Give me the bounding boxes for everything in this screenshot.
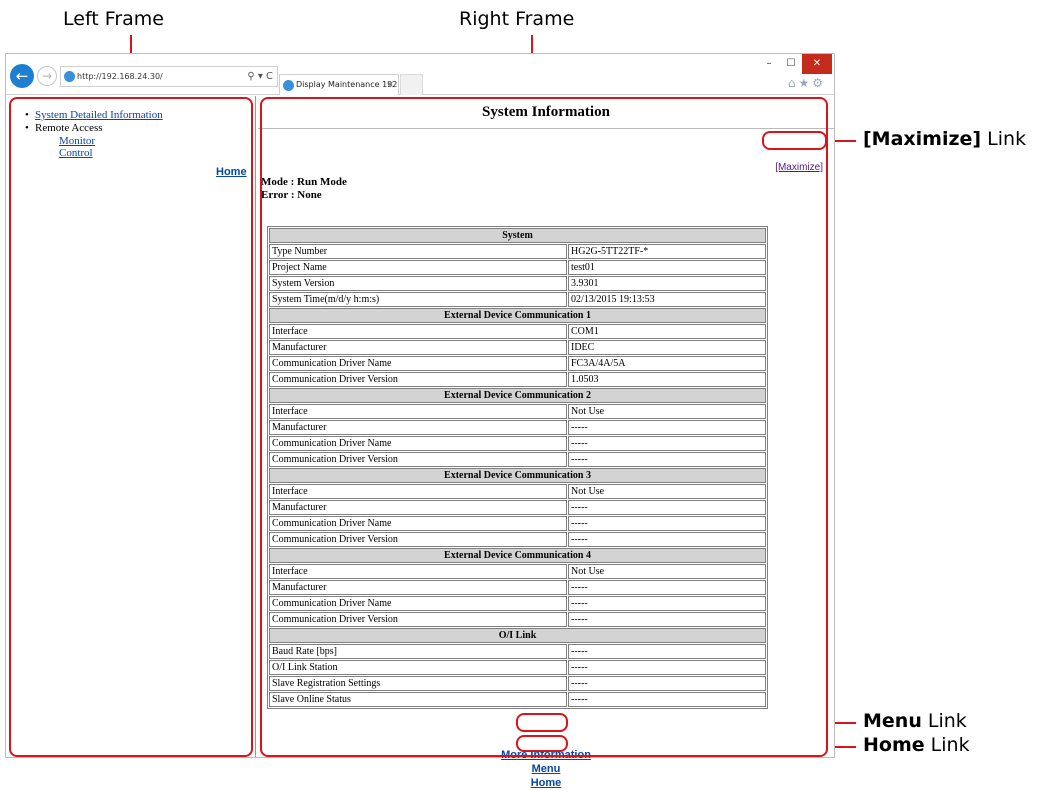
left-frame-annotation: Left Frame <box>63 8 164 30</box>
right-frame-highlight <box>260 97 828 757</box>
browser-titlebar: ← → http://192.168.24.30/ ⚲ ▾ C Display … <box>6 54 834 95</box>
menu-annotation-bold: Menu <box>863 710 922 732</box>
menu-link[interactable]: Menu <box>532 762 561 776</box>
address-bar[interactable]: http://192.168.24.30/ ⚲ ▾ C <box>60 66 278 87</box>
back-button[interactable]: ← <box>10 64 34 88</box>
maximize-annotation-rest: Link <box>981 128 1027 150</box>
close-window-button[interactable]: ✕ <box>802 54 832 74</box>
home-annotation-bold: Home <box>863 734 925 756</box>
minimize-button[interactable]: – <box>758 54 780 74</box>
address-search-refresh-icons[interactable]: ⚲ ▾ C <box>247 67 273 86</box>
maximize-link-highlight <box>762 131 827 150</box>
back-arrow-icon: ← <box>15 67 29 85</box>
ie-icon <box>64 71 75 82</box>
tab-ie-icon <box>283 80 294 91</box>
maximize-annotation-bold: [Maximize] <box>863 128 982 150</box>
menu-annotation-rest: Link <box>921 710 967 732</box>
maximize-link-annotation: [Maximize] Link <box>863 128 1026 150</box>
browser-tab[interactable]: Display Maintenance 192.16... × <box>279 74 399 95</box>
forward-button[interactable]: → <box>37 66 57 86</box>
maximize-window-button[interactable]: ☐ <box>780 54 802 74</box>
menu-link-highlight <box>516 713 568 732</box>
right-frame-annotation: Right Frame <box>459 8 575 30</box>
home-favorites-settings-icons[interactable]: ⌂★⚙ <box>788 76 826 90</box>
tab-title: Display Maintenance 192.16... <box>296 80 399 89</box>
left-frame-highlight <box>9 97 253 757</box>
forward-arrow-icon: → <box>41 69 53 83</box>
home-link[interactable]: Home <box>531 776 562 790</box>
address-text: http://192.168.24.30/ <box>77 72 163 81</box>
new-tab-button[interactable] <box>400 74 423 95</box>
home-link-highlight <box>516 735 568 752</box>
tab-close-icon[interactable]: × <box>386 75 394 95</box>
menu-link-annotation: Menu Link <box>863 710 967 732</box>
home-annotation-rest: Link <box>924 734 970 756</box>
home-link-annotation: Home Link <box>863 734 970 756</box>
